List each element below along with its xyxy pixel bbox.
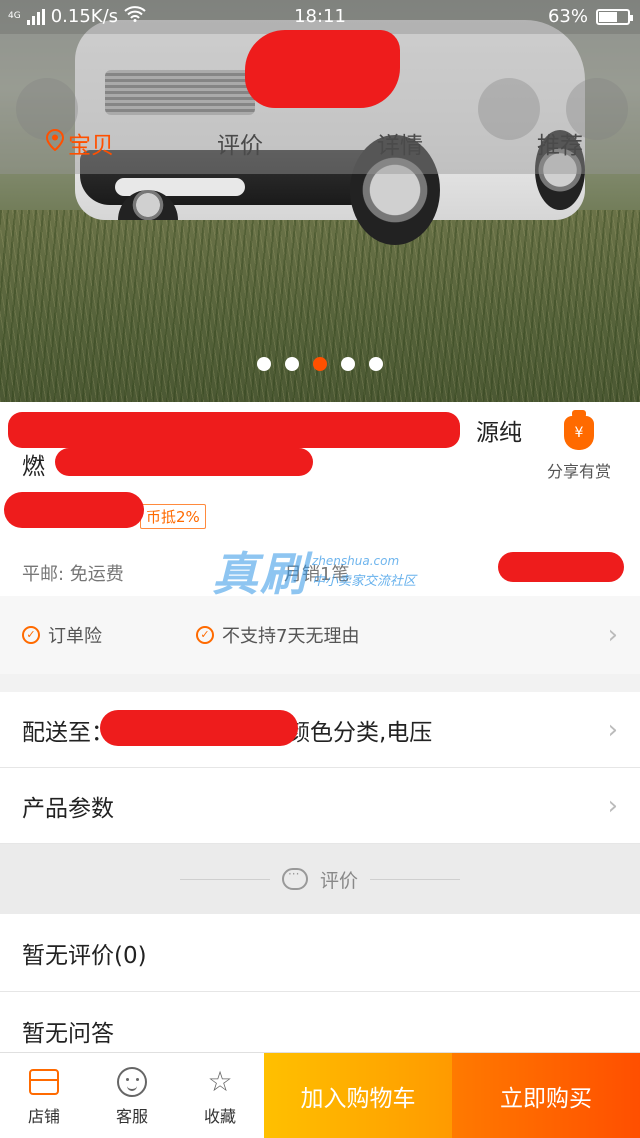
redaction-mark — [498, 552, 624, 582]
watermark-subtitle: 中小卖家交流社区 — [312, 574, 417, 589]
coupon-badge: 币抵2% — [140, 504, 206, 529]
buy-now-button[interactable]: 立即购买 — [452, 1053, 640, 1138]
guarantee-item: ✓ 不支持7天无理由 — [196, 622, 359, 648]
add-to-cart-button[interactable]: 加入购物车 — [264, 1053, 452, 1138]
rating-section-header: 评价 — [0, 844, 640, 914]
money-bag-icon: ¥ — [564, 410, 594, 450]
shop-label: 店铺 — [27, 1106, 60, 1126]
battery-percent: 63% — [547, 6, 588, 27]
favorite-label: 收藏 — [203, 1106, 236, 1126]
carousel-indicator — [0, 357, 640, 371]
tab-item[interactable]: 推荐 — [480, 126, 640, 160]
reviews-row[interactable]: 暂无评价(0) — [0, 914, 640, 992]
star-icon: ☆ — [207, 1065, 233, 1098]
watermark-logo: 真刷 zhenshua.com 中小卖家交流社区 — [212, 538, 432, 601]
clock: 18:11 — [294, 6, 346, 27]
tab-label: 详情 — [377, 133, 423, 159]
no-qa-label: 暂无问答 — [22, 1020, 114, 1047]
tab-label: 评价 — [217, 133, 263, 159]
tab-row: 宝贝 评价 详情 推荐 — [0, 126, 640, 160]
battery-icon — [596, 8, 633, 25]
bottom-action-bar: 店铺 客服 ☆ 收藏 加入购物车 立即购买 — [0, 1052, 640, 1138]
rating-header-label: 评价 — [319, 869, 358, 892]
carousel-dot[interactable] — [341, 357, 355, 371]
tab-label: 推荐 — [537, 133, 583, 159]
chevron-right-icon: › — [607, 714, 618, 745]
watermark-url: zhenshua.com — [312, 554, 400, 568]
redaction-mark — [100, 710, 298, 746]
smiley-icon — [115, 1065, 149, 1099]
check-circle-icon: ✓ — [22, 626, 40, 644]
params-label: 产品参数 — [22, 795, 114, 822]
divider-line — [370, 878, 460, 880]
divider-line — [179, 878, 270, 880]
chevron-right-icon: › — [607, 620, 618, 650]
shop-button[interactable]: 店铺 — [0, 1053, 88, 1138]
redaction-mark — [8, 412, 460, 448]
check-circle-icon: ✓ — [196, 626, 214, 644]
redaction-mark — [4, 492, 144, 528]
carousel-dot[interactable] — [313, 357, 327, 371]
share-label: 分享有赏 — [546, 462, 611, 481]
tab-item[interactable]: 宝贝 — [0, 126, 160, 160]
guarantee-label: 订单险 — [48, 626, 102, 647]
tab-label: 宝贝 — [68, 133, 114, 159]
tab-item[interactable]: 评价 — [160, 126, 320, 160]
redaction-mark — [245, 30, 400, 108]
guarantee-label: 不支持7天无理由 — [222, 626, 360, 647]
favorite-button[interactable]: ☆ 收藏 — [176, 1053, 264, 1138]
chevron-right-icon: › — [607, 790, 618, 821]
guarantee-item: ✓ 订单险 — [22, 622, 102, 648]
product-params-row[interactable]: 产品参数 › — [0, 768, 640, 844]
service-label: 客服 — [115, 1106, 148, 1126]
grass-background — [0, 210, 640, 402]
no-reviews-label: 暂无评价(0) — [22, 942, 147, 969]
delivery-options-row[interactable]: 配送至： 择颜色分类,电压 › — [0, 692, 640, 768]
share-reward-button[interactable]: ¥ 分享有赏 — [540, 410, 618, 482]
tab-item[interactable]: 详情 — [320, 126, 480, 160]
redaction-mark — [55, 448, 313, 476]
customer-service-button[interactable]: 客服 — [88, 1053, 176, 1138]
comment-bubble-icon — [281, 867, 308, 890]
watermark-title: 真刷 — [212, 547, 308, 601]
carousel-dot[interactable] — [369, 357, 383, 371]
location-pin-icon — [45, 128, 65, 157]
carousel-dot[interactable] — [257, 357, 271, 371]
shipping-text: 平邮: 免运费 — [22, 564, 124, 585]
service-guarantees[interactable]: ✓ 订单险 ✓ 不支持7天无理由 › — [0, 596, 640, 674]
carousel-dot[interactable] — [285, 357, 299, 371]
status-bar: 4G 0.15K/s 18:11 63% — [0, 0, 640, 34]
store-icon — [27, 1065, 61, 1099]
